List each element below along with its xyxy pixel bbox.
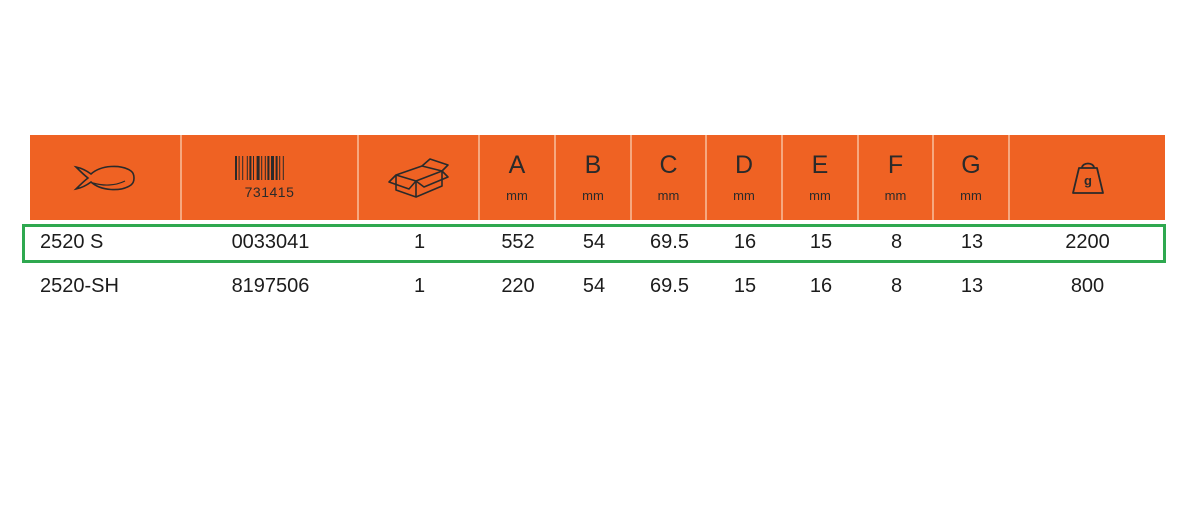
dim-g-value: 13 [960,274,984,297]
barcode-icon [234,155,284,180]
table-header-row: 731415 Amm Bmm Cmm Dmm Emm Fmm Gmm g [30,135,1165,220]
dim-a-value: 552 [501,230,535,253]
dim-letter: G [961,151,981,179]
dim-b-value: 54 [582,274,606,297]
dim-e-value: 16 [809,274,833,297]
article-number: 8197506 [231,274,310,297]
dim-unit: mm [809,188,831,203]
open-box-icon [387,157,449,198]
dim-e-value: 15 [809,230,833,253]
header-dim-g: Gmm [934,135,1010,220]
dim-f-value: 8 [890,230,903,253]
dim-b-value: 54 [582,230,606,253]
dim-c-value: 69.5 [650,230,689,253]
weight-value: 2200 [1065,230,1110,253]
dim-letter: A [508,151,526,179]
dim-letter: D [734,151,754,179]
pack-quantity: 1 [413,230,426,253]
header-weight-cell: g [1010,135,1165,220]
product-code: 2520-SH [40,274,119,297]
dim-unit: mm [657,188,680,203]
fish-tool-icon [73,165,135,190]
dim-d-value: 16 [733,230,757,253]
header-dim-c: Cmm [632,135,707,220]
header-dim-b: Bmm [556,135,632,220]
weight-icon: g [1071,162,1104,194]
header-dim-d: Dmm [707,135,783,220]
dim-unit: mm [960,188,982,203]
dim-g-value: 13 [960,230,984,253]
dim-d-value: 15 [733,274,757,297]
dim-a-value: 220 [501,274,535,297]
dim-letter: F [887,151,904,179]
product-spec-table: 731415 Amm Bmm Cmm Dmm Emm Fmm Gmm g 252… [30,135,1165,308]
dim-unit: mm [884,188,907,203]
dim-c-value: 69.5 [650,274,689,297]
header-package-cell [359,135,480,220]
product-code: 2520 S [40,230,104,253]
weight-unit: g [1084,173,1092,188]
table-row: 2520 S 0033041 1 552 54 69.5 16 15 8 13 … [30,220,1165,264]
dim-unit: mm [582,188,604,203]
dim-letter: B [584,151,602,179]
dim-letter: E [811,151,829,179]
dim-unit: mm [733,188,755,203]
dim-letter: C [659,151,678,179]
article-number: 0033041 [231,230,310,253]
weight-value: 800 [1070,274,1105,297]
ean-code: 731415 [244,183,295,200]
table-row: 2520-SH 8197506 1 220 54 69.5 15 16 8 13… [30,264,1165,308]
pack-quantity: 1 [413,274,426,297]
header-dim-a: Amm [480,135,556,220]
header-dim-e: Emm [783,135,859,220]
header-ean-cell: 731415 [182,135,359,220]
header-dim-f: Fmm [859,135,934,220]
dim-unit: mm [506,188,528,203]
dim-f-value: 8 [890,274,903,297]
header-product-icon-cell [30,135,182,220]
